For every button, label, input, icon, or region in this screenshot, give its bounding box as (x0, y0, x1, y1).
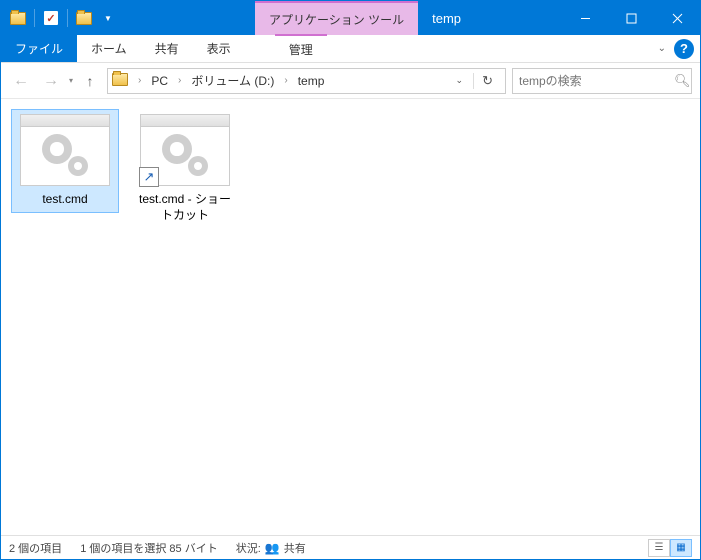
chevron-right-icon[interactable]: › (174, 75, 185, 86)
view-toggle: ☰ ▦ (648, 539, 692, 557)
tab-file[interactable]: ファイル (1, 35, 77, 62)
status-bar: 2 個の項目 1 個の項目を選択 85 バイト 状況: 👥 共有 ☰ ▦ (1, 535, 700, 559)
window-title: temp (418, 1, 562, 35)
folder-icon (112, 73, 130, 88)
contextual-tab-label: アプリケーション ツール (255, 1, 418, 35)
separator (34, 9, 35, 27)
explorer-window: ✓ ▼ アプリケーション ツール temp ファイル ホーム 共有 表示 管理 … (0, 0, 701, 560)
separator (67, 9, 68, 27)
file-label: test.cmd - ショートカット (136, 192, 234, 223)
status-situation: 状況: 👥 共有 (236, 540, 306, 556)
search-icon[interactable]: 🔍︎ (674, 73, 691, 89)
file-label: test.cmd (42, 192, 87, 208)
file-thumbnail (20, 114, 110, 186)
new-folder-icon[interactable] (73, 7, 95, 29)
address-bar[interactable]: › PC › ボリューム (D:) › temp ⌄ ↻ (107, 68, 506, 94)
qat-dropdown-icon[interactable]: ▼ (97, 7, 119, 29)
search-input[interactable] (519, 74, 674, 88)
quick-access-toolbar: ✓ ▼ (1, 1, 125, 35)
file-item[interactable]: test.cmd (11, 109, 119, 213)
tab-share[interactable]: 共有 (141, 35, 193, 62)
items-view: test.cmd ↗ test.cmd - ショートカット (1, 99, 700, 535)
tab-manage[interactable]: 管理 (275, 34, 327, 62)
history-dropdown-icon[interactable]: ▾ (69, 76, 73, 85)
folder-icon[interactable] (7, 7, 29, 29)
address-dropdown-icon[interactable]: ⌄ (450, 75, 470, 86)
navigation-bar: ← → ▾ ↑ › PC › ボリューム (D:) › temp ⌄ ↻ 🔍︎ (1, 63, 700, 99)
search-box[interactable]: 🔍︎ (512, 68, 692, 94)
titlebar: ✓ ▼ アプリケーション ツール temp (1, 1, 700, 35)
breadcrumb-item[interactable]: PC (149, 74, 170, 88)
ribbon-tabs: ファイル ホーム 共有 表示 管理 ⌄ ? (1, 35, 700, 63)
back-button[interactable]: ← (9, 69, 33, 93)
chevron-right-icon[interactable]: › (280, 75, 291, 86)
up-button[interactable]: ↑ (79, 70, 101, 92)
content-area[interactable]: test.cmd ↗ test.cmd - ショートカット (1, 99, 700, 535)
status-selection: 1 個の項目を選択 85 バイト (80, 540, 218, 556)
icons-view-button[interactable]: ▦ (670, 539, 692, 557)
window-controls (562, 1, 700, 35)
shortcut-arrow-icon: ↗ (139, 167, 159, 187)
tab-view[interactable]: 表示 (193, 35, 245, 62)
file-item[interactable]: ↗ test.cmd - ショートカット (131, 109, 239, 228)
chevron-right-icon[interactable]: › (134, 75, 145, 86)
status-item-count: 2 個の項目 (9, 540, 62, 556)
tab-home[interactable]: ホーム (77, 35, 141, 62)
forward-button[interactable]: → (39, 69, 63, 93)
minimize-button[interactable] (562, 1, 608, 35)
people-icon: 👥 (265, 541, 280, 555)
properties-check-icon[interactable]: ✓ (40, 7, 62, 29)
file-thumbnail: ↗ (140, 114, 230, 186)
breadcrumb-item[interactable]: temp (296, 74, 327, 88)
help-button[interactable]: ? (674, 39, 694, 59)
breadcrumb-item[interactable]: ボリューム (D:) (189, 72, 276, 89)
refresh-button[interactable]: ↻ (473, 73, 501, 89)
ribbon-collapse-icon[interactable]: ⌄ (650, 35, 674, 62)
details-view-button[interactable]: ☰ (648, 539, 670, 557)
gears-icon (40, 132, 90, 176)
maximize-button[interactable] (608, 1, 654, 35)
close-button[interactable] (654, 1, 700, 35)
gears-icon (160, 132, 210, 176)
